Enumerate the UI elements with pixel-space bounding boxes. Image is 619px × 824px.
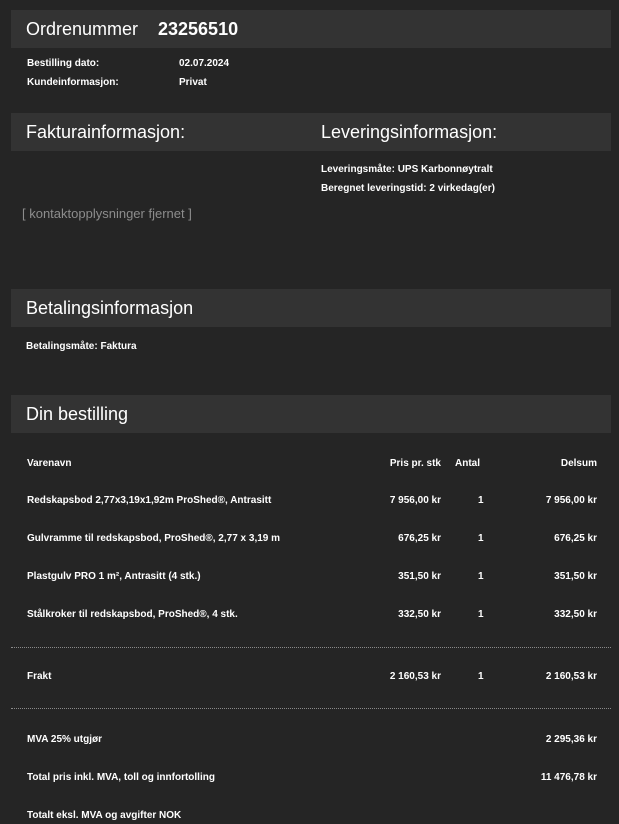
total-incl-value: 11 476,78 kr bbox=[540, 772, 597, 783]
col-header-qty: Antal bbox=[455, 458, 480, 469]
item-price: 676,25 kr bbox=[398, 533, 441, 544]
col-header-subtotal: Delsum bbox=[560, 458, 597, 469]
order-date-label: Bestilling dato: bbox=[27, 58, 100, 69]
customer-info-value: Privat bbox=[179, 77, 207, 88]
total-incl-label: Total pris inkl. MVA, toll og innfortoll… bbox=[27, 772, 215, 783]
item-price: 332,50 kr bbox=[398, 609, 441, 620]
total-excl-label: Totalt eksl. MVA og avgifter NOK bbox=[27, 810, 182, 821]
item-name: Stålkroker til redskapsbod, ProShed®, 4 … bbox=[27, 609, 238, 620]
item-price: 7 956,00 kr bbox=[389, 495, 441, 506]
item-name: Gulvramme til redskapsbod, ProShed®, 2,7… bbox=[27, 533, 281, 544]
delivery-title: Leveringsinformasjon: bbox=[321, 122, 498, 142]
item-price: 351,50 kr bbox=[398, 571, 441, 582]
item-subtotal: 351,50 kr bbox=[554, 571, 597, 582]
order-date-value: 02.07.2024 bbox=[179, 58, 230, 69]
delivery-time: Beregnet leveringstid: 2 virkedag(er) bbox=[321, 183, 495, 194]
vat-value: 2 295,36 kr bbox=[545, 734, 597, 745]
order-header-bar: Ordrenummer 23256510 bbox=[11, 10, 611, 48]
cart-header-bar: Din bestilling bbox=[11, 395, 611, 433]
item-subtotal: 676,25 kr bbox=[554, 533, 597, 544]
item-qty: 1 bbox=[478, 495, 484, 506]
address-header-bar: Fakturainformasjon: Leveringsinformasjon… bbox=[11, 113, 611, 151]
item-qty: 1 bbox=[478, 571, 484, 582]
item-subtotal: 332,50 kr bbox=[554, 609, 597, 620]
cart-title: Din bestilling bbox=[26, 404, 129, 424]
vat-label: MVA 25% utgjør bbox=[27, 734, 103, 745]
payment-title: Betalingsinformasjon bbox=[26, 298, 194, 318]
col-header-name: Varenavn bbox=[27, 458, 72, 469]
delivery-method: Leveringsmåte: UPS Karbonnøytralt bbox=[321, 164, 493, 175]
item-qty: 1 bbox=[478, 533, 484, 544]
divider bbox=[11, 647, 611, 648]
payment-method: Betalingsmåte: Faktura bbox=[26, 341, 137, 352]
item-name: Plastgulv PRO 1 m², Antrasitt (4 stk.) bbox=[27, 571, 201, 582]
freight-qty: 1 bbox=[478, 671, 484, 682]
freight-subtotal: 2 160,53 kr bbox=[545, 671, 597, 682]
item-subtotal: 7 956,00 kr bbox=[545, 495, 597, 506]
customer-info-label: Kundeinformasjon: bbox=[27, 77, 119, 88]
order-number-value: 23256510 bbox=[158, 19, 239, 39]
freight-name: Frakt bbox=[27, 671, 52, 682]
invoice-redacted-contact: [ kontaktopplysninger fjernet ] bbox=[22, 206, 192, 221]
item-qty: 1 bbox=[478, 609, 484, 620]
item-name: Redskapsbod 2,77x3,19x1,92m ProShed®, An… bbox=[27, 495, 272, 506]
order-number-label: Ordrenummer bbox=[26, 19, 139, 39]
col-header-price: Pris pr. stk bbox=[389, 458, 441, 469]
freight-price: 2 160,53 kr bbox=[389, 671, 441, 682]
invoice-title: Fakturainformasjon: bbox=[26, 122, 186, 142]
payment-header-bar: Betalingsinformasjon bbox=[11, 289, 611, 327]
divider bbox=[11, 708, 611, 709]
